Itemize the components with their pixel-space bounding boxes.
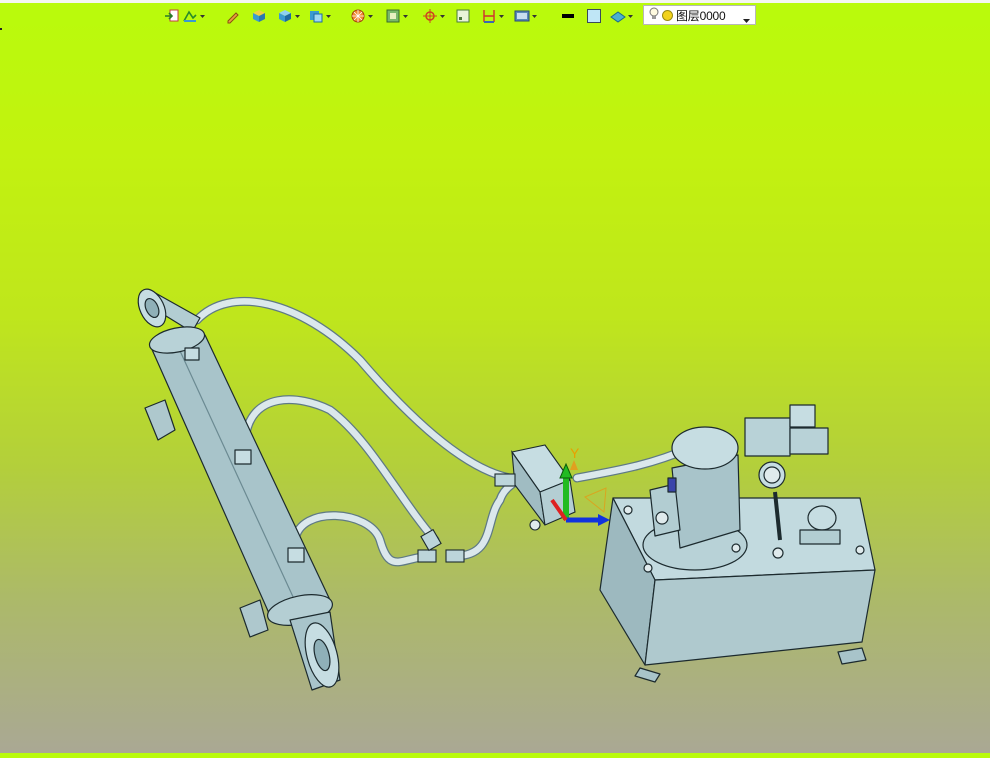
- rect-select-icon[interactable]: [454, 7, 472, 25]
- shaded-cube-icon[interactable]: [307, 7, 325, 25]
- layer-select[interactable]: 图层0000: [643, 5, 756, 25]
- render-mode-icon[interactable]: [349, 7, 367, 25]
- corner-marker: [0, 28, 2, 30]
- layer-color-icon: [662, 9, 673, 21]
- toolbar-top-border: [0, 0, 990, 3]
- surface-icon[interactable]: [609, 7, 627, 25]
- assembly-view[interactable]: Y: [0, 32, 990, 753]
- dimension-icon[interactable]: [480, 7, 498, 25]
- hydraulic-power-unit[interactable]: [599, 404, 876, 683]
- toolbar-style-group: [559, 7, 634, 25]
- toolbar-modeling-group: [224, 7, 332, 25]
- tee-fittings[interactable]: [417, 528, 465, 563]
- exit-icon[interactable]: [163, 7, 181, 25]
- chevron-down-icon[interactable]: [743, 12, 750, 26]
- pencil-icon[interactable]: [224, 7, 242, 25]
- line-color-swatch[interactable]: [559, 7, 577, 25]
- sketch-icon[interactable]: [181, 7, 199, 25]
- snap-dropdown-arrow[interactable]: [439, 7, 446, 25]
- view-dropdown-arrow[interactable]: [531, 7, 538, 25]
- toolbar: 图层0000: [0, 0, 990, 32]
- frame-dropdown-arrow[interactable]: [402, 7, 409, 25]
- frame-icon[interactable]: [384, 7, 402, 25]
- hydraulic-cylinder[interactable]: [133, 285, 345, 691]
- box-solid-icon[interactable]: [250, 7, 268, 25]
- viewport-3d[interactable]: Y: [0, 32, 990, 753]
- snap-icon[interactable]: [421, 7, 439, 25]
- sketch-dropdown-arrow[interactable]: [199, 7, 206, 25]
- surface-dropdown-arrow[interactable]: [627, 7, 634, 25]
- render-dropdown-arrow[interactable]: [367, 7, 374, 25]
- toolbar-render-group: [349, 7, 538, 25]
- layer-name: 图层0000: [676, 8, 726, 23]
- bulb-icon[interactable]: [649, 7, 659, 23]
- dimension-dropdown-arrow[interactable]: [498, 7, 505, 25]
- cube-dropdown-arrow[interactable]: [294, 7, 301, 25]
- toolbar-file-group: [163, 7, 206, 25]
- triad-y-label: Y: [570, 445, 580, 461]
- face-color-swatch[interactable]: [585, 7, 603, 25]
- view-icon[interactable]: [513, 7, 531, 25]
- cube-icon[interactable]: [276, 7, 294, 25]
- shaded-cube-dropdown-arrow[interactable]: [325, 7, 332, 25]
